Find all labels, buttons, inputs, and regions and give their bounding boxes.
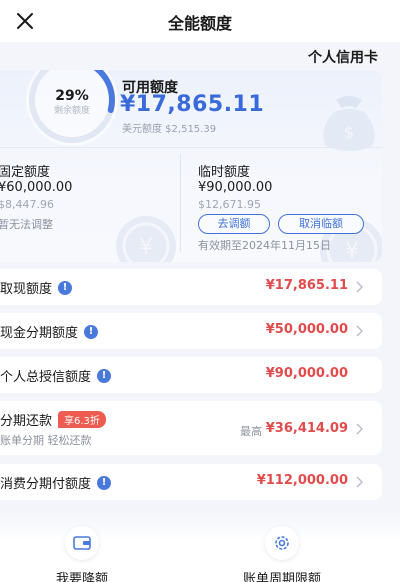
list-item-consumer-installment[interactable]: 消费分期付额度 ! ¥112,000.00 xyxy=(0,464,382,500)
total-credit-value: ¥90,000.00 xyxy=(265,366,348,381)
cash-limit-value: ¥17,865.11 xyxy=(265,278,348,293)
credit-overview-card: 29% 剩余额度 可用额度 ¥17,865.11 美元额度 $2,515.39 … xyxy=(0,70,382,262)
list-item-cash-limit[interactable]: 取现额度 ! ¥17,865.11 xyxy=(0,269,382,305)
chevron-right-icon xyxy=(356,423,363,435)
temp-limit-label: 临时额度 xyxy=(198,165,251,180)
list-item-bill-installment[interactable]: 分期还款 享6.3折 账单分期 轻松还款 最高 ¥36,414.09 xyxy=(0,401,382,455)
cash-installment-value: ¥50,000.00 xyxy=(265,322,348,337)
bill-cycle-limit-button[interactable]: 账单周期限额 xyxy=(222,526,342,582)
bottom-action-bar: 我要降额 账单周期限额 xyxy=(0,512,400,582)
adjust-limit-button[interactable]: 去调额 xyxy=(198,214,270,234)
temp-limit-usd: $12,671.95 xyxy=(198,198,261,211)
info-icon[interactable]: ! xyxy=(97,475,112,490)
temp-limit-expiry: 有效期至2024年11月15日 xyxy=(198,239,331,252)
bill-installment-label: 分期还款 xyxy=(0,414,53,429)
cancel-temp-limit-button[interactable]: 取消临额 xyxy=(278,214,364,234)
cash-installment-label: 现金分期额度 xyxy=(0,326,79,341)
max-label: 最高 xyxy=(240,425,262,438)
fixed-limit-amount: ¥60,000.00 xyxy=(0,180,73,195)
consumer-installment-label: 消费分期付额度 xyxy=(0,477,92,492)
fixed-limit-note: 暂无法调整 xyxy=(0,218,53,231)
temp-limit-amount: ¥90,000.00 xyxy=(198,180,273,195)
coin-icon: ¥ xyxy=(116,216,176,262)
info-icon[interactable]: ! xyxy=(84,324,99,339)
info-icon[interactable]: ! xyxy=(58,280,73,295)
bill-cycle-limit-label: 账单周期限额 xyxy=(242,572,321,582)
wallet-icon xyxy=(73,536,91,550)
page-title: 全能额度 xyxy=(167,14,232,33)
chevron-right-icon xyxy=(356,325,363,337)
bill-installment-subtitle: 账单分期 轻松还款 xyxy=(0,434,92,447)
reduce-limit-label: 我要降额 xyxy=(55,572,108,582)
fixed-limit-label: 固定额度 xyxy=(0,165,51,180)
list-item-cash-installment[interactable]: 现金分期额度 ! ¥50,000.00 xyxy=(0,313,382,349)
column-divider xyxy=(180,154,181,252)
remaining-label: 剩余额度 xyxy=(53,106,90,116)
card-divider xyxy=(0,147,382,148)
discount-badge: 享6.3折 xyxy=(58,411,106,428)
available-amount: ¥17,865.11 xyxy=(120,92,265,117)
chevron-right-icon xyxy=(356,476,363,488)
card-type-label: 个人信用卡 xyxy=(308,50,378,66)
cash-limit-label: 取现额度 xyxy=(0,282,53,297)
remaining-percent: 29% xyxy=(55,88,89,104)
total-credit-label: 个人总授信额度 xyxy=(0,370,92,385)
info-icon[interactable]: ! xyxy=(97,368,112,383)
top-bar: 全能额度 xyxy=(0,0,400,42)
reduce-limit-button[interactable]: 我要降额 xyxy=(22,526,142,582)
available-usd: 美元额度 $2,515.39 xyxy=(122,124,217,135)
list-item-total-credit[interactable]: 个人总授信额度 ! ¥90,000.00 xyxy=(0,357,382,393)
svg-text:¥: ¥ xyxy=(139,235,153,260)
chevron-right-icon xyxy=(356,281,363,293)
gear-icon xyxy=(275,536,289,550)
svg-text:¥: ¥ xyxy=(345,239,359,262)
bill-installment-value: ¥36,414.09 xyxy=(265,421,348,436)
fixed-limit-usd: $8,447.96 xyxy=(0,198,54,211)
svg-text:$: $ xyxy=(344,123,354,142)
money-bag-icon: $ xyxy=(323,96,375,151)
consumer-installment-value: ¥112,000.00 xyxy=(256,473,348,488)
